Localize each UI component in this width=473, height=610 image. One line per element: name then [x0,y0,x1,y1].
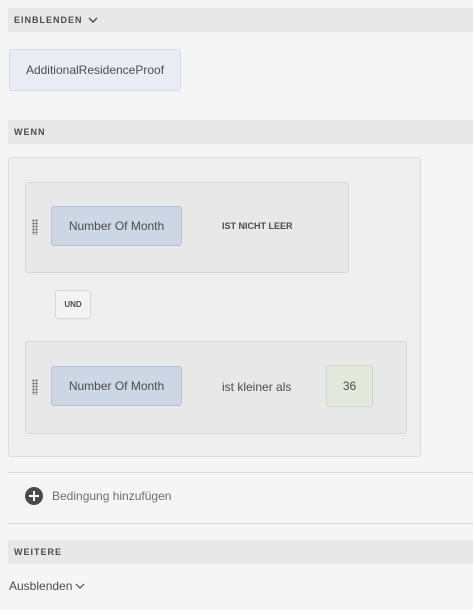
condition-field[interactable]: Number Of Month [51,206,182,246]
more-section-title: WEITERE [14,547,63,557]
drag-handle-icon[interactable] [32,379,38,395]
logical-connector[interactable]: UND [55,290,91,319]
target-field-label: AdditionalResidenceProof [25,63,165,77]
add-condition-button[interactable]: Bedingung hinzufügen [25,487,171,505]
divider [8,472,473,473]
divider [8,523,473,524]
show-section-header[interactable]: EINBLENDEN [8,8,473,32]
condition-operator[interactable]: IST NICHT LEER [222,221,293,231]
condition-field-label: Number Of Month [68,219,165,233]
chevron-down-icon [75,583,85,589]
condition-value-label: 36 [342,379,357,393]
add-condition-label: Bedingung hinzufügen [52,489,172,503]
chevron-down-icon [88,17,98,23]
condition-field-label: Number Of Month [68,379,165,393]
when-section-title: WENN [14,127,46,137]
show-section-title: EINBLENDEN [14,15,83,25]
action-dropdown[interactable]: Ausblenden [9,579,85,593]
target-field-chip[interactable]: AdditionalResidenceProof [9,49,181,91]
when-section-header: WENN [8,120,473,144]
drag-handle-icon[interactable] [32,219,38,235]
condition-field[interactable]: Number Of Month [51,366,182,406]
plus-circle-icon [25,487,43,505]
condition-operator[interactable]: ist kleiner als [222,380,291,394]
more-section-header: WEITERE [8,540,473,564]
condition-value[interactable]: 36 [326,365,373,407]
action-dropdown-label: Ausblenden [9,579,73,593]
